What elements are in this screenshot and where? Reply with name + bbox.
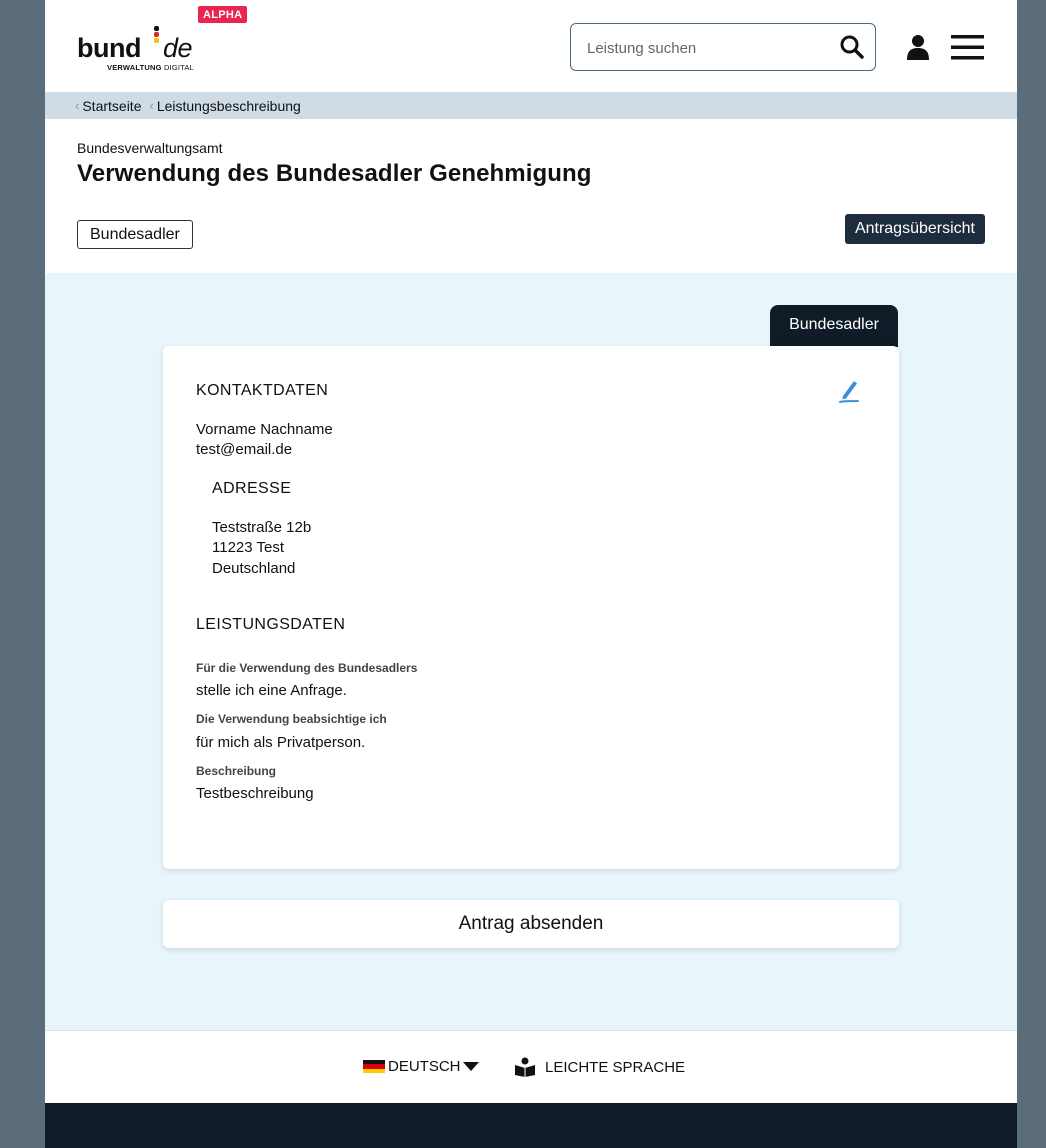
address-street: Teststraße 12b	[212, 519, 312, 536]
contact-email: test@email.de	[196, 441, 293, 458]
page-title: Verwendung des Bundesadler Genehmigung	[77, 160, 592, 187]
user-icon[interactable]	[905, 33, 931, 61]
chevron-left-icon: ‹	[149, 98, 154, 113]
footer: DEUTSCH LEICHTE SPRACHE	[45, 1030, 1017, 1103]
logo-flag-icon	[154, 26, 159, 43]
breadcrumb-item-startseite[interactable]: ‹ Startseite	[75, 98, 141, 114]
easy-language-label: LEICHTE SPRACHE	[545, 1058, 686, 1076]
alpha-badge: ALPHA	[198, 6, 248, 23]
edit-icon[interactable]	[837, 376, 861, 404]
logo-subtitle: VERWALTUNG DIGITAL	[107, 63, 194, 72]
authority-name: Bundesverwaltungsamt	[77, 140, 223, 156]
contact-heading: KONTAKTDATEN	[196, 382, 329, 399]
language-label: DEUTSCH	[388, 1058, 461, 1075]
logo-bund-text: bund	[77, 33, 141, 63]
contact-name: Vorname Nachname	[196, 421, 333, 438]
breadcrumb-label: Leistungsbeschreibung	[156, 97, 301, 114]
title-area: Bundesverwaltungsamt Verwendung des Bund…	[45, 119, 1017, 273]
summary-card: KONTAKTDATEN Vorname Nachname test@email…	[163, 346, 899, 869]
bund-de-logo[interactable]: ALPHA bund de VERWALTUNG DIGITAL	[77, 6, 277, 86]
submit-application-button[interactable]: Antrag absenden	[163, 900, 899, 948]
chevron-left-icon: ‹	[75, 98, 80, 113]
field-label: Für die Verwendung des Bundesadlers	[196, 661, 418, 675]
field-value: Testbeschreibung	[196, 785, 314, 802]
field-label: Die Verwendung beabsichtige ich	[196, 712, 387, 726]
bundesadler-tag-button[interactable]: Bundesadler	[77, 220, 193, 249]
service-heading: LEISTUNGSDATEN	[196, 616, 346, 633]
easy-language-icon	[515, 1057, 535, 1077]
breadcrumb-label: Startseite	[82, 97, 142, 114]
menu-icon[interactable]	[951, 34, 984, 60]
folder-tab-bundesadler: Bundesadler	[770, 305, 898, 347]
caret-down-icon	[462, 1062, 479, 1071]
flag-de-icon	[363, 1060, 385, 1073]
address-heading: ADRESSE	[212, 480, 292, 497]
breadcrumb-item-leistungsbeschreibung[interactable]: ‹ Leistungsbeschreibung	[149, 98, 300, 114]
main-content: Bundesadler KONTAKTDATEN Vorname Nachnam…	[45, 273, 1017, 1030]
search-box	[570, 23, 876, 71]
field-label: Beschreibung	[196, 764, 277, 778]
logo-de-text: de	[163, 33, 193, 63]
field-value: stelle ich eine Anfrage.	[196, 682, 347, 699]
address-country: Deutschland	[212, 560, 296, 577]
search-input[interactable]	[587, 36, 827, 60]
page: ALPHA bund de VERWALTUNG DIGITAL Leistun…	[45, 0, 1017, 1148]
language-selector[interactable]: DEUTSCH	[363, 1058, 479, 1075]
field-value: für mich als Privatperson.	[196, 734, 366, 751]
footer-dark-band	[45, 1103, 1017, 1148]
site-header: ALPHA bund de VERWALTUNG DIGITAL	[45, 0, 1017, 92]
breadcrumb: ‹ Startseite ‹ Leistungsbeschreibung	[45, 92, 1017, 119]
application-overview-button[interactable]: Antragsübersicht	[844, 214, 985, 244]
address-city: 11223 Test	[212, 539, 285, 556]
easy-language-link[interactable]: LEICHTE SPRACHE	[514, 1057, 685, 1077]
search-icon[interactable]	[839, 34, 865, 60]
